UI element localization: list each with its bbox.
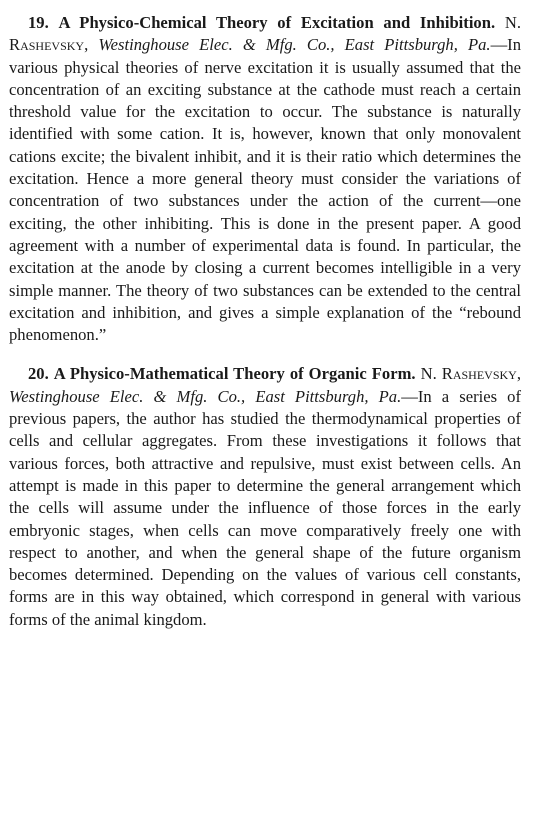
page: 19. A Physico-Chemical Theory of Excitat… [0,0,533,831]
abstract-body: —In a series of previous papers, the aut… [9,386,521,629]
abstract-affiliation: Westinghouse Elec. & Mfg. Co., East Pitt… [98,35,491,55]
abstract-number: 20. [28,364,49,384]
abstract-author: N. Rashevsky, [420,364,521,384]
abstract-20: 20. A Physico-Mathematical Theory of Org… [9,363,521,631]
abstract-body: —In various physical theories of nerve e… [9,35,521,345]
abstract-number: 19. [28,13,49,32]
abstract-19: 19. A Physico-Chemical Theory of Excitat… [9,12,521,346]
abstract-affiliation: Westinghouse Elec. & Mfg. Co., East Pitt… [9,386,402,406]
abstract-title: A Physico-Chemical Theory of Excitation … [58,13,496,32]
abstract-title: A Physico-Mathematical Theory of Organic… [53,364,416,384]
